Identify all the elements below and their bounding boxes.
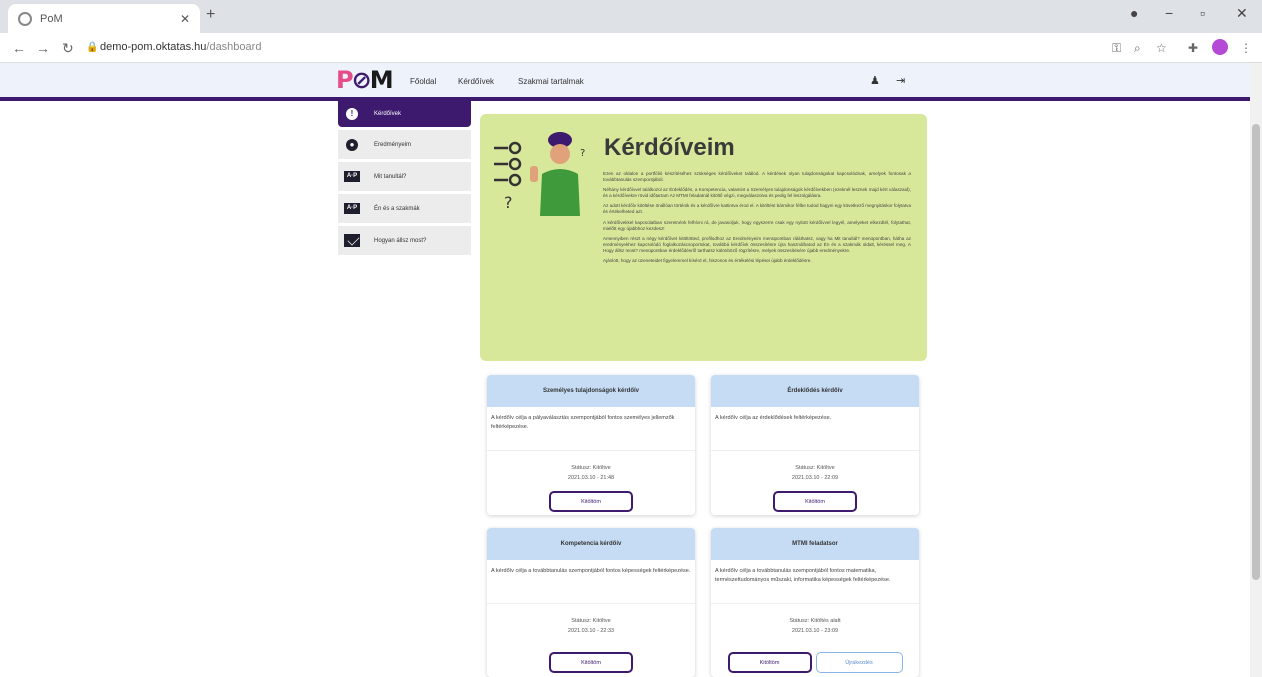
- sidebar-item-en-es-a-szakmak[interactable]: A·P Én és a szakmák: [338, 194, 471, 223]
- fill-button[interactable]: Kitöltöm: [773, 491, 857, 512]
- bookmark-star-icon[interactable]: ☆: [1156, 41, 1167, 55]
- intro-paragraph: Néhány kérdőívvel találkozol az Érdeklőd…: [603, 187, 911, 199]
- svg-text:?: ?: [504, 193, 513, 212]
- extensions-icon[interactable]: ✚: [1188, 41, 1198, 55]
- sidebar-item-mit-tanultal[interactable]: A·P Mit tanultál?: [338, 162, 471, 191]
- card-description: A kérdőív célja a továbbtanulás szempont…: [711, 560, 919, 604]
- pom-logo[interactable]: P⊘M: [336, 66, 394, 96]
- tab-title: PoM: [40, 12, 63, 25]
- tab-favicon-icon: [18, 11, 32, 26]
- profile-avatar[interactable]: [1212, 39, 1228, 55]
- card-title: MTMI feladatsor: [711, 528, 919, 560]
- status-label: Státusz: Kitöltés alatt: [789, 618, 841, 624]
- sidebar-item-eredmenyeim[interactable]: ● Eredményeim: [338, 130, 471, 159]
- fill-button[interactable]: Kitöltöm: [549, 491, 633, 512]
- card-title: Kompetencia kérdőív: [487, 528, 695, 560]
- sidebar-item-label: Hogyan állsz most?: [374, 237, 427, 244]
- browser-tabbar: PoM ✕ + ● − ▫ ✕: [0, 0, 1262, 33]
- sidebar: ! Kérdőívek ● Eredményeim A·P Mit tanult…: [338, 100, 471, 258]
- user-icon: ●: [344, 138, 360, 151]
- status-label: Státusz: Kitöltve: [795, 465, 835, 471]
- questionnaire-card-kompetencia: Kompetencia kérdőív A kérdőív célja a to…: [487, 528, 695, 677]
- sidebar-item-label: Mit tanultál?: [374, 173, 407, 180]
- intro-paragraph: Az adott kérdőív kitöltése önállóan tört…: [603, 203, 911, 215]
- card-description: A kérdőív célja a pályaválasztás szempon…: [487, 407, 695, 451]
- menu-icon[interactable]: ⋮: [1240, 41, 1252, 55]
- card-title: Személyes tulajdonságok kérdőív: [487, 375, 695, 407]
- restart-button[interactable]: Újrakezdés: [815, 652, 903, 673]
- mail-icon: [344, 234, 360, 247]
- url-path: /dashboard: [206, 41, 262, 53]
- questionnaire-card-erdeklodes: Érdeklődés kérdőív A kérdőív célja az ér…: [711, 375, 919, 515]
- window-close-icon[interactable]: ✕: [1236, 5, 1248, 22]
- scrollbar-thumb[interactable]: [1252, 124, 1260, 580]
- intro-paragraph: Ajánlott, hogy az üzeneteidet figyelemme…: [603, 258, 812, 264]
- app-header: P⊘M Főoldal Kérdőívek Szakmai tartalmak …: [0, 63, 1250, 101]
- card-status: Státusz: Kitöltve 2021.03.10 - 21:48: [487, 463, 695, 483]
- address-bar: ← → ↻ 🔒 demo-pom.oktatas.hu/dashboard ⚿ …: [0, 33, 1262, 63]
- new-tab-icon[interactable]: +: [206, 6, 215, 24]
- reload-icon[interactable]: ↻: [62, 40, 74, 57]
- sidebar-item-label: Eredményeim: [374, 141, 412, 148]
- key-icon[interactable]: ⚿: [1112, 41, 1121, 56]
- record-icon[interactable]: ●: [1130, 5, 1138, 21]
- zoom-icon[interactable]: ⌕: [1134, 41, 1141, 56]
- nav-kerdoivek[interactable]: Kérdőívek: [458, 77, 494, 86]
- lock-icon[interactable]: 🔒: [86, 42, 98, 53]
- maximize-icon[interactable]: ▫: [1200, 5, 1205, 21]
- browser-tab[interactable]: PoM ✕: [8, 4, 200, 33]
- card-status: Státusz: Kitöltve 2021.03.10 - 22:09: [711, 463, 919, 483]
- nav-fooldal[interactable]: Főoldal: [410, 77, 436, 86]
- page-title: Kérdőíveim: [604, 134, 735, 161]
- sidebar-item-label: Kérdőívek: [374, 110, 402, 117]
- url-field[interactable]: demo-pom.oktatas.hu/dashboard: [100, 41, 261, 53]
- back-icon[interactable]: ←: [12, 40, 26, 56]
- learn-icon: A·P: [344, 170, 360, 183]
- status-date: 2021.03.10 - 23:09: [791, 628, 839, 634]
- sidebar-item-label: Én és a szakmák: [374, 205, 420, 212]
- url-host: demo-pom.oktatas.hu: [100, 41, 207, 53]
- status-date: 2021.03.10 - 22:09: [791, 475, 839, 481]
- questionnaire-card-szemelyes: Személyes tulajdonságok kérdőív A kérdőí…: [487, 375, 695, 515]
- svg-text:?: ?: [580, 148, 585, 159]
- career-icon: A·P: [344, 202, 360, 215]
- status-date: 2021.03.10 - 22:33: [567, 628, 615, 634]
- nav-szakmai-tartalmak[interactable]: Szakmai tartalmak: [518, 77, 584, 86]
- status-label: Státusz: Kitöltve: [571, 618, 611, 624]
- info-icon: !: [344, 107, 360, 120]
- card-title: Érdeklődés kérdőív: [711, 375, 919, 407]
- card-status: Státusz: Kitöltve 2021.03.10 - 22:33: [487, 616, 695, 636]
- card-description: A kérdőív célja a továbbtanulás szempont…: [487, 560, 695, 604]
- sidebar-item-hogyan-allsz-most[interactable]: Hogyan állsz most?: [338, 226, 471, 255]
- intro-paragraph: A kérdőívekkel kapcsolatban szeretnénk f…: [603, 219, 911, 231]
- student-illustration: ? ?: [494, 132, 585, 216]
- status-date: 2021.03.10 - 21:48: [567, 475, 615, 481]
- tab-close-icon[interactable]: ✕: [180, 12, 190, 26]
- sidebar-item-kerdoivek[interactable]: ! Kérdőívek: [338, 100, 471, 127]
- intro-text: Ezen az oldalon a portfólió készítéséhez…: [603, 171, 911, 268]
- card-status: Státusz: Kitöltés alatt 2021.03.10 - 23:…: [711, 616, 919, 636]
- minimize-icon[interactable]: −: [1165, 5, 1173, 21]
- status-label: Státusz: Kitöltve: [571, 465, 611, 471]
- forward-icon[interactable]: →: [36, 40, 50, 56]
- fill-button[interactable]: Kitöltöm: [549, 652, 633, 673]
- questionnaire-card-mtmi: MTMI feladatsor A kérdőív célja a tovább…: [711, 528, 919, 677]
- user-account-icon[interactable]: ♟: [870, 74, 880, 87]
- intro-paragraph: Amennyiben részt a négy kérdőívet kitölt…: [603, 235, 911, 253]
- card-description: A kérdőív célja az érdeklődések feltérké…: [711, 407, 919, 451]
- intro-paragraph: Ezen az oldalon a portfólió készítéséhez…: [603, 171, 911, 183]
- logout-icon[interactable]: ⇥: [896, 74, 905, 87]
- fill-button[interactable]: Kitöltöm: [727, 652, 812, 673]
